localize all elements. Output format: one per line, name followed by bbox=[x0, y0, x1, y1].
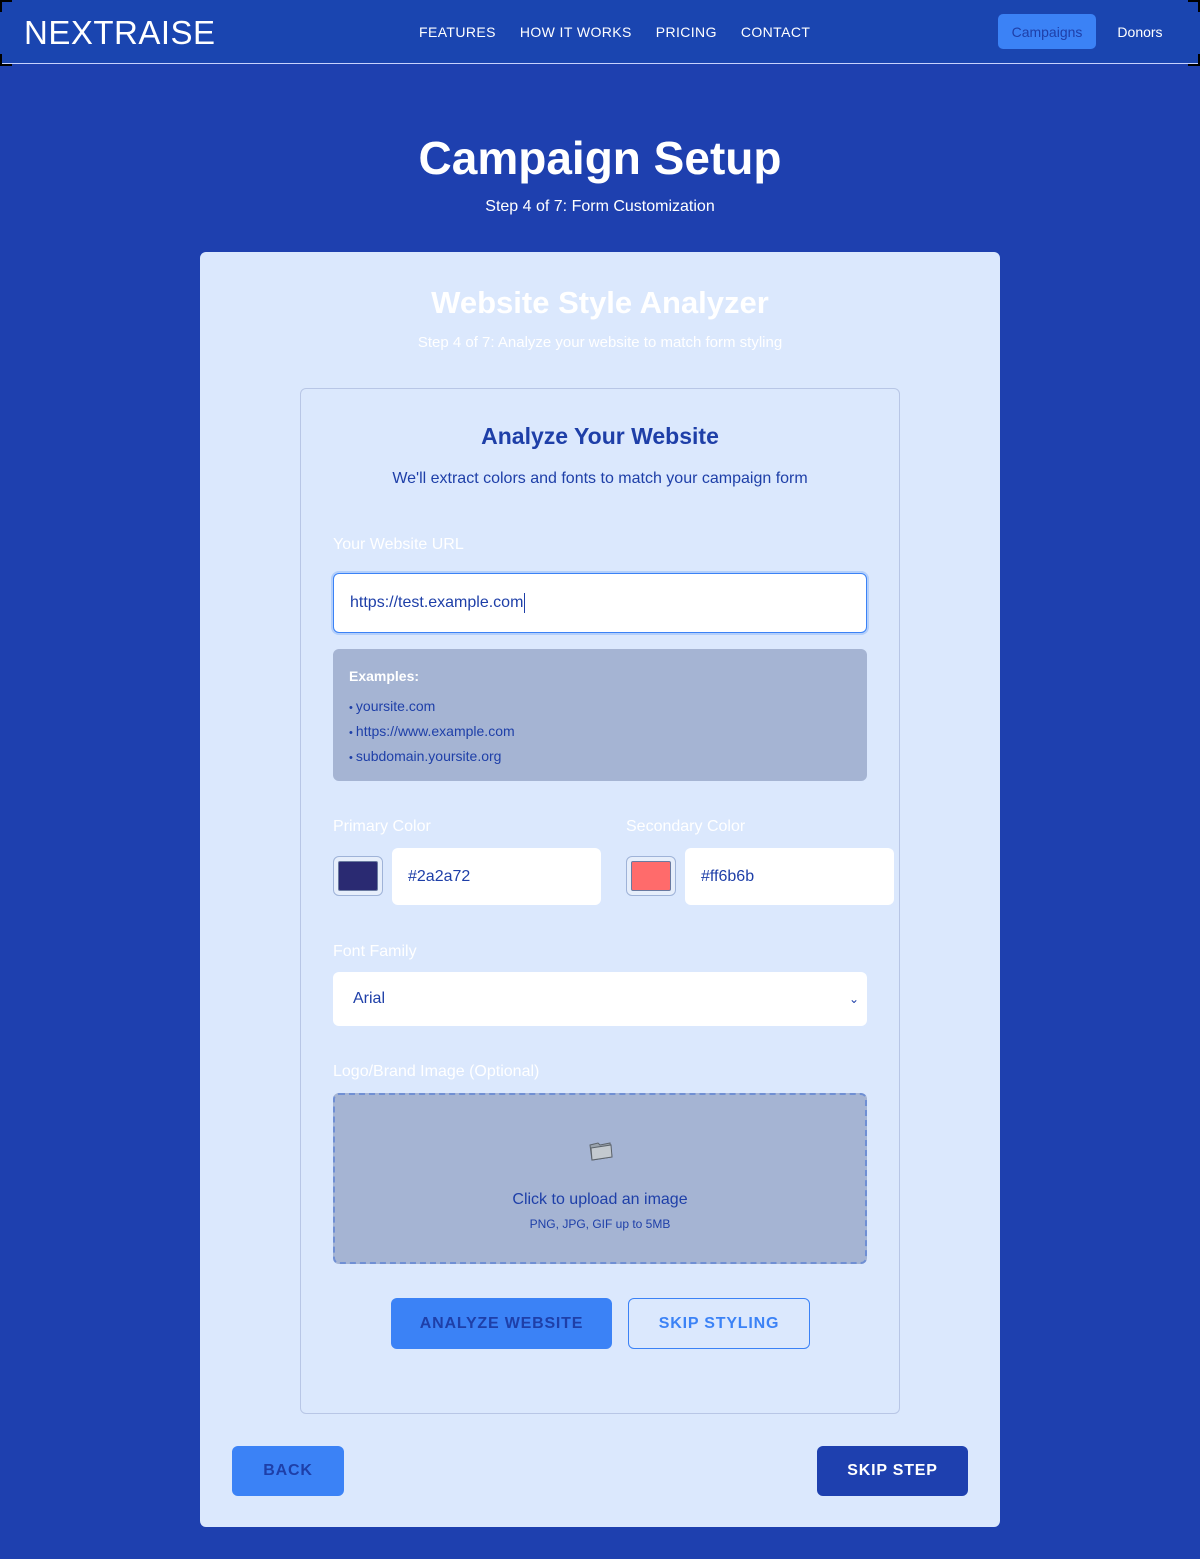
example-item: subdomain.yoursite.org bbox=[349, 745, 851, 770]
corner-mark-top-left bbox=[0, 0, 12, 12]
primary-color-swatch bbox=[338, 861, 378, 891]
website-url-label: Your Website URL bbox=[333, 536, 464, 553]
nav-link-features[interactable]: FEATURES bbox=[419, 23, 496, 41]
skip-step-button[interactable]: SKIP STEP bbox=[817, 1446, 968, 1496]
top-nav-bar: NEXTRAISE FEATURES HOW IT WORKS PRICING … bbox=[0, 0, 1200, 66]
website-url-value: https://test.example.com bbox=[350, 594, 524, 611]
text-caret bbox=[524, 593, 526, 613]
examples-list: yoursite.com https://www.example.com sub… bbox=[349, 695, 851, 770]
campaigns-button[interactable]: Campaigns bbox=[998, 14, 1096, 49]
font-family-label: Font Family bbox=[333, 943, 417, 960]
corner-mark-bottom-left bbox=[0, 54, 12, 66]
primary-color-label: Primary Color bbox=[333, 818, 431, 835]
card-title: Analyze Your Website bbox=[481, 423, 719, 449]
examples-heading: Examples: bbox=[349, 668, 420, 684]
page-title: Campaign Setup bbox=[418, 132, 782, 184]
font-family-select[interactable]: Arial ⌄ bbox=[333, 972, 867, 1026]
upload-hint: PNG, JPG, GIF up to 5MB bbox=[529, 1217, 671, 1231]
primary-color-value: #2a2a72 bbox=[408, 867, 471, 885]
analyzer-title: Website Style Analyzer bbox=[431, 285, 769, 320]
url-examples-box: Examples: yoursite.com https://www.examp… bbox=[333, 649, 867, 781]
skip-styling-button[interactable]: SKIP STYLING bbox=[628, 1298, 810, 1349]
chevron-down-icon: ⌄ bbox=[848, 992, 859, 1006]
main-nav: FEATURES HOW IT WORKS PRICING CONTACT bbox=[419, 23, 810, 41]
donors-button[interactable]: Donors bbox=[1106, 14, 1174, 49]
nav-link-pricing[interactable]: PRICING bbox=[656, 23, 717, 41]
font-family-value: Arial bbox=[353, 990, 386, 1007]
back-button[interactable]: BACK bbox=[232, 1446, 344, 1496]
brand-logo[interactable]: NEXTRAISE bbox=[24, 14, 216, 52]
corner-mark-top-right bbox=[1188, 0, 1200, 12]
secondary-color-input[interactable]: #ff6b6b bbox=[685, 848, 894, 905]
secondary-color-picker[interactable] bbox=[626, 856, 676, 896]
example-item: https://www.example.com bbox=[349, 720, 851, 745]
nav-link-how-it-works[interactable]: HOW IT WORKS bbox=[520, 23, 632, 41]
upload-prompt: Click to upload an image bbox=[512, 1191, 688, 1208]
analyze-website-button[interactable]: ANALYZE WEBSITE bbox=[391, 1298, 612, 1349]
example-item: yoursite.com bbox=[349, 695, 851, 720]
secondary-color-swatch bbox=[631, 861, 671, 891]
card-subtitle: We'll extract colors and fonts to match … bbox=[392, 470, 808, 487]
page-subtitle: Step 4 of 7: Form Customization bbox=[485, 198, 715, 215]
nav-link-contact[interactable]: CONTACT bbox=[741, 23, 810, 41]
logo-upload-dropzone[interactable]: Click to upload an image PNG, JPG, GIF u… bbox=[333, 1093, 867, 1264]
logo-upload-label: Logo/Brand Image (Optional) bbox=[333, 1063, 540, 1080]
primary-color-picker[interactable] bbox=[333, 856, 383, 896]
secondary-color-value: #ff6b6b bbox=[701, 867, 755, 885]
secondary-color-label: Secondary Color bbox=[626, 818, 746, 835]
corner-mark-bottom-right bbox=[1188, 54, 1200, 66]
analyzer-subtitle: Step 4 of 7: Analyze your website to mat… bbox=[417, 334, 783, 351]
website-url-input[interactable]: https://test.example.com bbox=[333, 573, 867, 633]
folder-icon bbox=[589, 1142, 613, 1161]
primary-color-input[interactable]: #2a2a72 bbox=[392, 848, 601, 905]
